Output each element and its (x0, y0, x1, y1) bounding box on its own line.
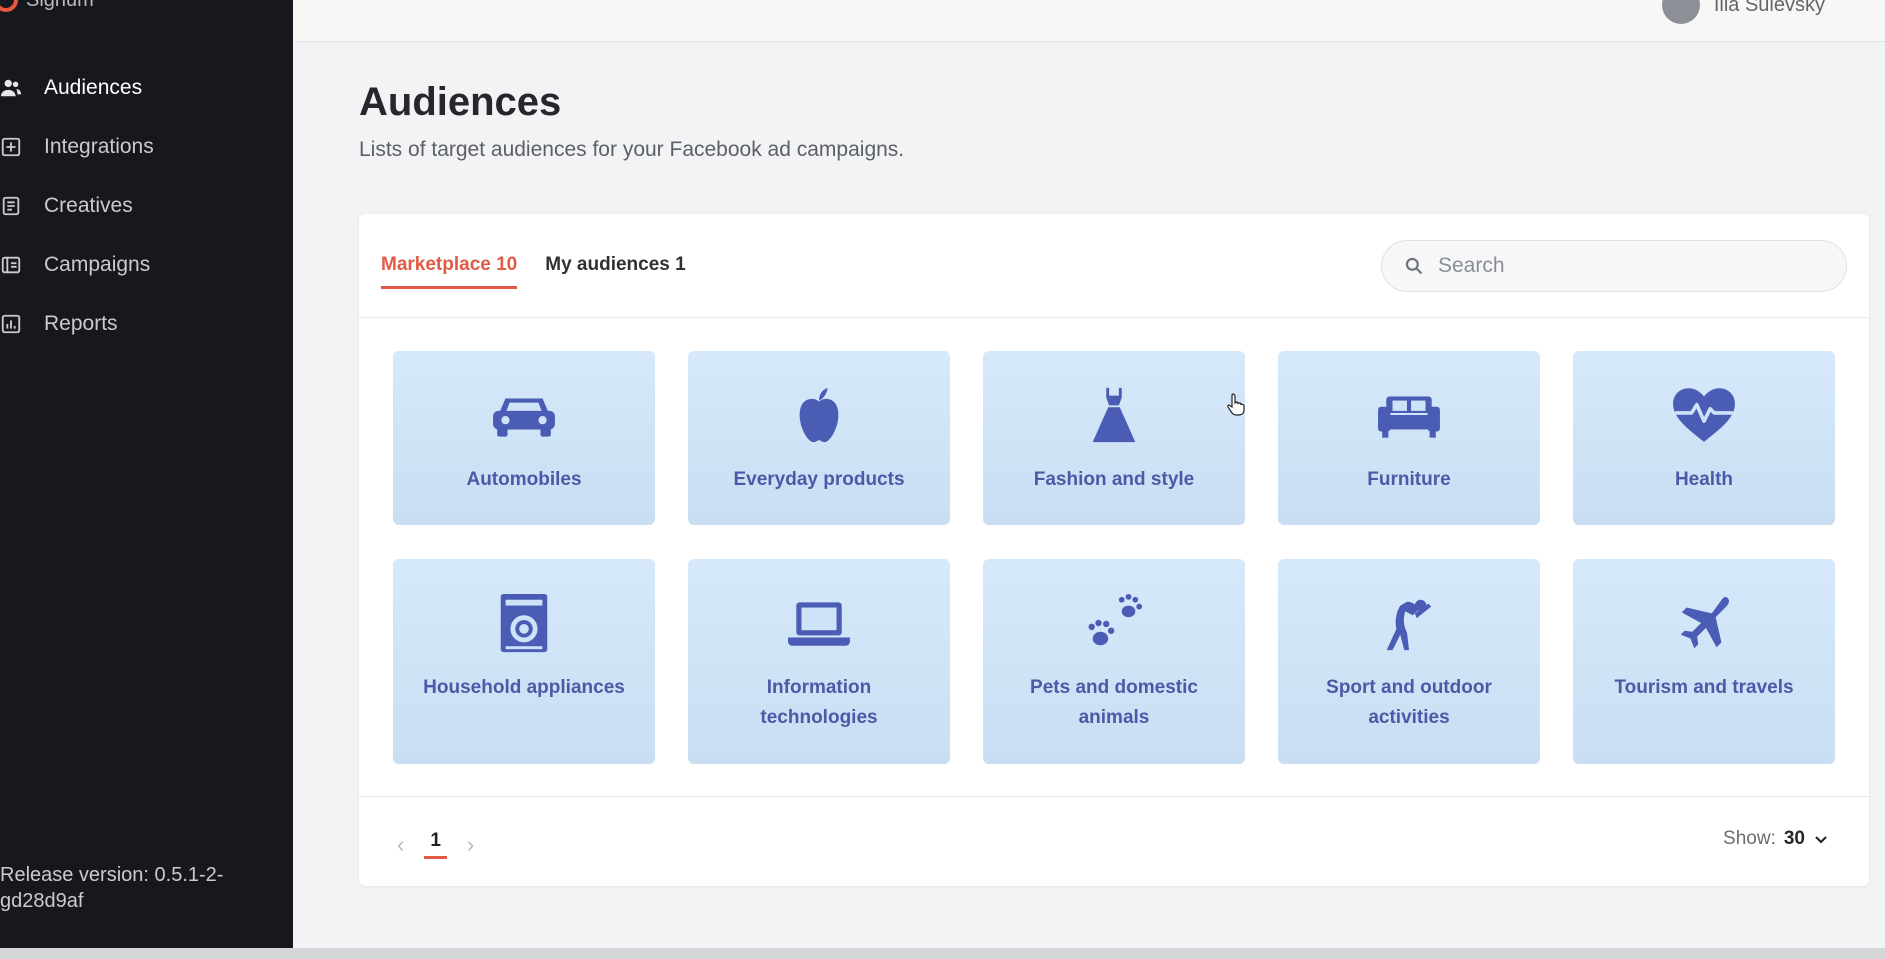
laptop-icon (784, 591, 854, 655)
sidebar-item-audiences[interactable]: Audiences (0, 58, 293, 117)
tile-label: Tourism and travels (1614, 677, 1794, 698)
tile-health[interactable]: Health (1573, 351, 1835, 525)
tabs: Marketplace 10 My audiences 1 (381, 254, 686, 289)
users-icon (0, 76, 24, 100)
user-menu[interactable]: Ilia Sulevsky (1661, 0, 1825, 24)
taskbar (0, 948, 1885, 959)
dress-icon (1079, 383, 1149, 447)
release-version: Release version: 0.5.1-2-gd28d9af (0, 864, 224, 912)
tile-fashion-and-style[interactable]: Fashion and style (983, 351, 1245, 525)
page-size-select[interactable]: Show: 30 (1723, 828, 1829, 850)
audiences-card: Marketplace 10 My audiences 1 Automobile… (359, 214, 1869, 886)
airplane-icon (1669, 591, 1739, 655)
sidebar-nav: Audiences Integrations Creatives Campaig… (0, 58, 293, 353)
search-input[interactable] (1438, 254, 1838, 278)
user-name: Ilia Sulevsky (1713, 0, 1825, 16)
search-icon (1405, 257, 1423, 275)
page-title: Audiences (359, 80, 562, 124)
search-box[interactable] (1381, 240, 1847, 292)
page-number[interactable]: 1 (424, 830, 447, 859)
sidebar-item-creatives[interactable]: Creatives (0, 176, 293, 235)
tile-label: Fashion and style (1033, 469, 1195, 490)
sidebar-item-label: Campaigns (44, 252, 151, 276)
page-size-value: 30 (1783, 828, 1805, 849)
sofa-icon (1374, 383, 1444, 447)
tile-household-appliances[interactable]: Household appliances (393, 559, 655, 764)
page-size-label: Show: (1723, 828, 1776, 849)
divider (359, 317, 1869, 318)
tile-sport-and-outdoor-activities[interactable]: Sport and outdoor activities (1278, 559, 1540, 764)
tile-label: Automobiles (466, 469, 582, 490)
logo[interactable]: Signum (0, 0, 94, 12)
chevron-down-icon (1815, 836, 1827, 844)
tile-label: Sport and outdoor activities (1326, 677, 1492, 728)
tile-pets-and-domestic-animals[interactable]: Pets and domestic animals (983, 559, 1245, 764)
audience-grid: Automobiles Everyday products Fashion an… (393, 351, 1835, 764)
logo-icon (0, 0, 18, 12)
sidebar-item-label: Audiences (44, 75, 143, 99)
tile-label: Pets and domestic animals (1030, 677, 1198, 728)
top-bar: Ilia Sulevsky (293, 0, 1885, 42)
media-icon (0, 253, 24, 277)
apple-icon (784, 383, 854, 447)
sidebar-item-reports[interactable]: Reports (0, 294, 293, 353)
tile-label: Information technologies (760, 677, 878, 728)
car-icon (489, 383, 559, 447)
chevron-right-icon[interactable]: › (467, 832, 474, 858)
stretching-person-icon (1374, 591, 1444, 655)
tile-label: Everyday products (733, 469, 905, 490)
sidebar: Signum Audiences Integrations Creatives … (0, 0, 293, 948)
sidebar-item-label: Reports (44, 311, 118, 335)
heart-pulse-icon (1669, 383, 1739, 447)
tile-label: Furniture (1367, 469, 1451, 490)
sidebar-item-integrations[interactable]: Integrations (0, 117, 293, 176)
tile-label: Household appliances (423, 677, 625, 698)
sidebar-item-campaigns[interactable]: Campaigns (0, 235, 293, 294)
chevron-left-icon[interactable]: ‹ (397, 832, 404, 858)
avatar (1661, 0, 1700, 24)
hand-cursor-icon (1227, 393, 1245, 416)
sidebar-item-label: Creatives (44, 193, 133, 217)
washing-machine-icon (489, 591, 559, 655)
sidebar-item-label: Integrations (44, 134, 154, 158)
tab-my-audiences[interactable]: My audiences 1 (545, 254, 685, 289)
logo-text: Signum (26, 0, 94, 12)
tile-everyday-products[interactable]: Everyday products (688, 351, 950, 525)
tab-marketplace[interactable]: Marketplace 10 (381, 254, 518, 289)
tile-information-technologies[interactable]: Information technologies (688, 559, 950, 764)
document-icon (0, 194, 24, 218)
tile-furniture[interactable]: Furniture (1278, 351, 1540, 525)
tile-label: Health (1674, 469, 1734, 490)
tile-automobiles[interactable]: Automobiles (393, 351, 655, 525)
bar-chart-icon (0, 312, 24, 336)
plus-square-icon (0, 135, 24, 159)
divider (359, 796, 1869, 797)
page-subtitle: Lists of target audiences for your Faceb… (359, 138, 905, 161)
pagination: ‹ 1 › (397, 830, 474, 859)
paw-icon (1079, 591, 1149, 655)
tile-tourism-and-travels[interactable]: Tourism and travels (1573, 559, 1835, 764)
